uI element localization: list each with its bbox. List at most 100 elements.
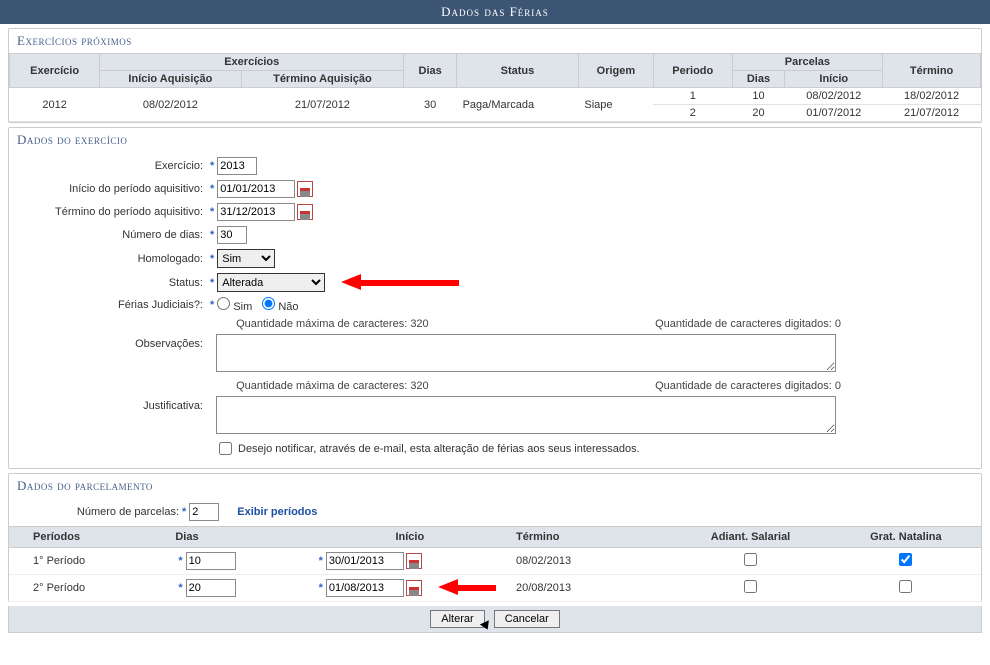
section-title-proximos: Exercícios próximos xyxy=(9,29,981,53)
inicio-input[interactable] xyxy=(326,579,404,597)
inicio-periodo-input[interactable] xyxy=(217,180,295,198)
cell-termino-aq: 21/07/2012 xyxy=(241,88,404,122)
required-marker: * xyxy=(210,277,214,289)
cell-p-termino: 18/02/2012 xyxy=(883,88,981,105)
panel-dados-exercicio: Dados do exercício Exercício: * Início d… xyxy=(8,127,982,469)
arrow-annotation-icon xyxy=(341,276,461,290)
calendar-icon[interactable] xyxy=(406,553,422,569)
notificar-label: Desejo notificar, através de e-mail, est… xyxy=(238,443,640,455)
required-marker: * xyxy=(210,299,214,311)
hint-typed-chars: Quantidade de caracteres digitados: 0 xyxy=(655,380,841,392)
button-bar: Alterar Cancelar xyxy=(8,606,982,633)
alterar-button[interactable]: Alterar xyxy=(430,610,484,628)
required-marker: * xyxy=(210,183,214,195)
cell-periodo: 2° Período xyxy=(9,575,169,602)
exibir-periodos-link[interactable]: Exibir períodos xyxy=(237,506,317,518)
th-dias: Dias xyxy=(404,54,457,88)
label-num-dias: Número de dias: xyxy=(9,229,207,241)
label-exercicio: Exercício: xyxy=(9,160,207,172)
status-select[interactable]: Alterada xyxy=(217,273,325,292)
label-homologado: Homologado: xyxy=(9,253,207,265)
label-observacoes: Observações: xyxy=(9,318,207,350)
th-exercicios-group: Exercícios xyxy=(100,54,404,71)
parcel-row: 1° Período * * 08/02/2013 xyxy=(9,548,981,575)
table-row: 2012 08/02/2012 21/07/2012 30 Paga/Marca… xyxy=(10,88,981,105)
num-parcelas-input[interactable] xyxy=(189,503,219,521)
th-inicio-aq: Início Aquisição xyxy=(100,71,241,88)
ferias-jud-nao-radio[interactable] xyxy=(262,297,275,310)
cell-p-dias: 10 xyxy=(732,88,785,105)
cell-exercicio: 2012 xyxy=(10,88,100,122)
section-title-parcelamento: Dados do parcelamento xyxy=(9,474,981,498)
page-title: Dados das Férias xyxy=(0,0,990,24)
label-status: Status: xyxy=(9,277,207,289)
parcel-row: 2° Período * * 20/08/2013 xyxy=(9,575,981,602)
th-inicio: Início xyxy=(310,527,510,548)
panel-parcelamento: Dados do parcelamento Número de parcelas… xyxy=(8,473,982,602)
dias-input[interactable] xyxy=(186,552,236,570)
grat-checkbox[interactable] xyxy=(899,580,912,593)
arrow-annotation-icon xyxy=(438,581,498,595)
calendar-icon[interactable] xyxy=(297,204,313,220)
inicio-input[interactable] xyxy=(326,552,404,570)
required-marker: * xyxy=(210,160,214,172)
adiant-checkbox[interactable] xyxy=(744,553,757,566)
calendar-icon[interactable] xyxy=(297,181,313,197)
num-dias-input[interactable] xyxy=(217,226,247,244)
hint-max-chars: Quantidade máxima de caracteres: 320 xyxy=(236,380,429,392)
grid-parcelamento: Períodos Dias Início Término Adiant. Sal… xyxy=(9,526,981,602)
section-title-exercicio: Dados do exercício xyxy=(9,128,981,152)
hint-max-chars: Quantidade máxima de caracteres: 320 xyxy=(236,318,429,330)
radio-label-sim: Sim xyxy=(233,301,252,313)
required-marker xyxy=(210,380,213,392)
required-marker: * xyxy=(210,229,214,241)
th-parcelas-group: Parcelas xyxy=(732,54,883,71)
th-exercicio: Exercício xyxy=(10,54,100,88)
cell-p-dias: 20 xyxy=(732,105,785,122)
th-termino: Término xyxy=(510,527,670,548)
cell-origem: Siape xyxy=(578,88,653,122)
cell-p-periodo: 2 xyxy=(653,105,732,122)
justificativa-textarea[interactable] xyxy=(216,396,836,434)
th-p-dias: Dias xyxy=(732,71,785,88)
observacoes-textarea[interactable] xyxy=(216,334,836,372)
cell-termino: 08/02/2013 xyxy=(510,548,670,575)
cancelar-button[interactable]: Cancelar xyxy=(494,610,560,628)
th-origem: Origem xyxy=(578,54,653,88)
cell-p-termino: 21/07/2012 xyxy=(883,105,981,122)
label-num-parcelas: Número de parcelas: xyxy=(9,506,179,518)
required-marker: * xyxy=(210,253,214,265)
radio-label-nao: Não xyxy=(278,301,298,313)
th-adiant: Adiant. Salarial xyxy=(670,527,830,548)
label-ferias-jud: Férias Judiciais?: xyxy=(9,299,207,311)
adiant-checkbox[interactable] xyxy=(744,580,757,593)
th-status: Status xyxy=(457,54,579,88)
cell-p-periodo: 1 xyxy=(653,88,732,105)
th-periodo: Periodo xyxy=(653,54,732,88)
cell-inicio-aq: 08/02/2012 xyxy=(100,88,241,122)
cell-p-inicio: 01/07/2012 xyxy=(785,105,883,122)
grat-checkbox[interactable] xyxy=(899,553,912,566)
exercicio-input[interactable] xyxy=(217,157,257,175)
notificar-checkbox[interactable] xyxy=(219,442,232,455)
required-marker: * xyxy=(210,206,214,218)
label-termino-periodo: Término do período aquisitivo: xyxy=(9,206,207,218)
th-dias: Dias xyxy=(169,527,309,548)
required-marker xyxy=(210,318,213,330)
ferias-jud-sim-radio[interactable] xyxy=(217,297,230,310)
cell-periodo: 1° Período xyxy=(9,548,169,575)
th-periodos: Períodos xyxy=(9,527,169,548)
dias-input[interactable] xyxy=(186,579,236,597)
termino-periodo-input[interactable] xyxy=(217,203,295,221)
cell-p-inicio: 08/02/2012 xyxy=(785,88,883,105)
th-grat: Grat. Natalina xyxy=(831,527,981,548)
calendar-icon[interactable] xyxy=(406,580,422,596)
cell-status: Paga/Marcada xyxy=(457,88,579,122)
th-termino-aq: Término Aquisição xyxy=(241,71,404,88)
label-inicio-periodo: Início do período aquisitivo: xyxy=(9,183,207,195)
cell-dias: 30 xyxy=(404,88,457,122)
label-justificativa: Justificativa: xyxy=(9,380,207,412)
required-marker: * xyxy=(182,506,186,518)
hint-typed-chars: Quantidade de caracteres digitados: 0 xyxy=(655,318,841,330)
homologado-select[interactable]: Sim xyxy=(217,249,275,268)
